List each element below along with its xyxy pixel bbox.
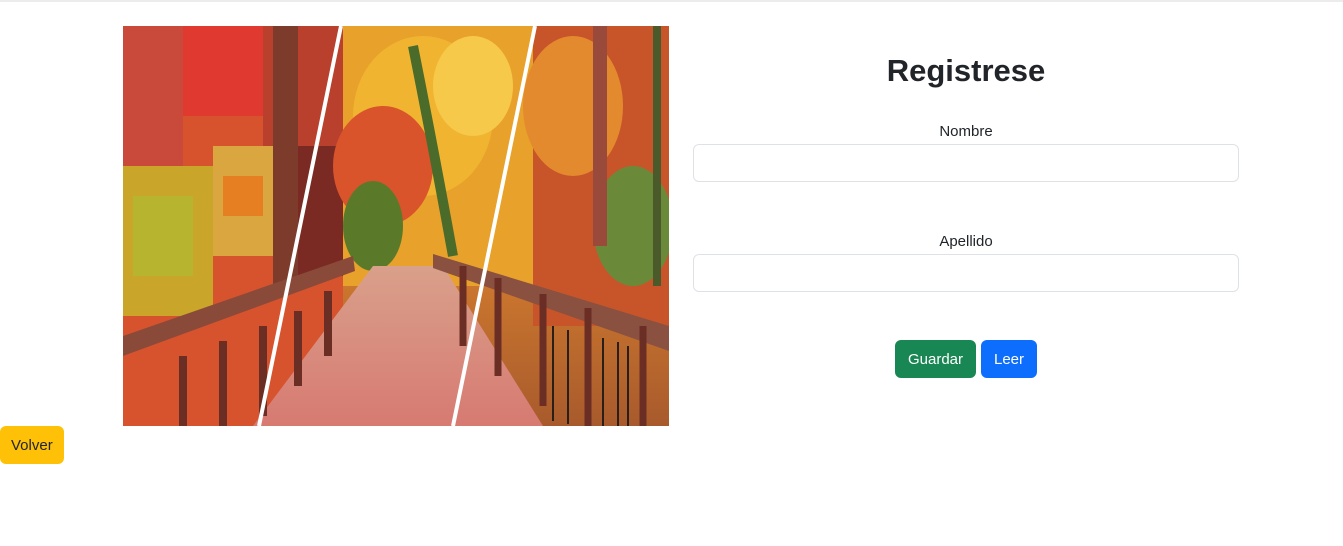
read-button[interactable]: Leer — [981, 340, 1038, 378]
apellido-input[interactable] — [693, 254, 1239, 292]
apellido-label: Apellido — [939, 233, 993, 250]
form-actions: Guardar Leer — [693, 340, 1239, 378]
autumn-bridge-image — [123, 26, 669, 426]
save-button[interactable]: Guardar — [894, 340, 976, 378]
top-border — [0, 0, 1343, 2]
page-title: Registrese — [886, 53, 1046, 88]
nombre-label: Nombre — [939, 123, 993, 140]
back-button[interactable]: Volver — [0, 426, 64, 464]
nombre-input[interactable] — [693, 144, 1239, 182]
